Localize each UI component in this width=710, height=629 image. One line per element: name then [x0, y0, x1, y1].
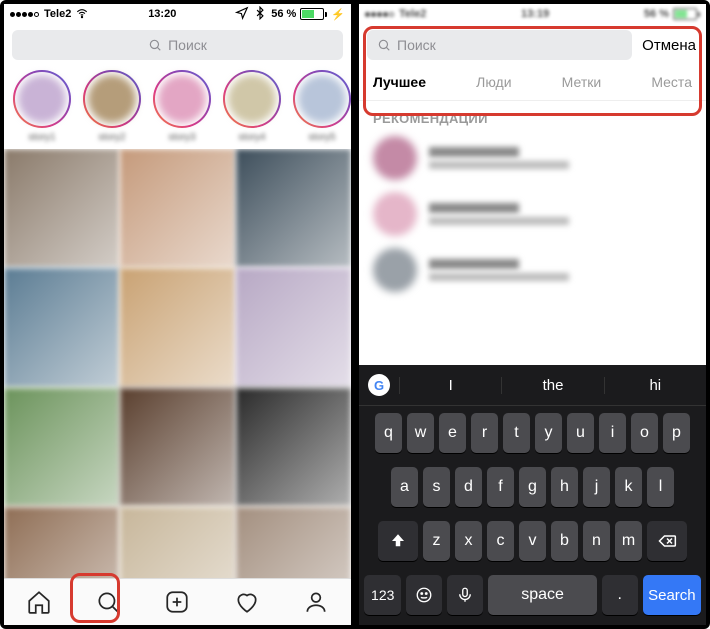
tab-top[interactable]: Лучшее — [373, 74, 426, 90]
key-h[interactable]: h — [551, 467, 578, 507]
key-d[interactable]: d — [455, 467, 482, 507]
tab-tags[interactable]: Метки — [562, 74, 602, 90]
key-o[interactable]: o — [631, 413, 658, 453]
bluetooth-icon — [253, 6, 267, 23]
search-row: Поиск Отмена — [359, 24, 706, 66]
tab-places[interactable]: Места — [651, 74, 692, 90]
location-icon — [235, 6, 249, 23]
key-m[interactable]: m — [615, 521, 642, 561]
key-w[interactable]: w — [407, 413, 434, 453]
explore-tile[interactable] — [4, 388, 119, 506]
key-c[interactable]: c — [487, 521, 514, 561]
explore-tile[interactable] — [4, 149, 119, 267]
recommendations-list — [359, 130, 706, 298]
battery-icon — [300, 8, 327, 20]
suggestion[interactable]: hi — [604, 377, 706, 394]
search-icon — [148, 38, 162, 52]
explore-tile[interactable] — [120, 388, 235, 506]
phone-search-active: Tele2 13:19 56 % Поиск Отмена Лучшее Люд… — [359, 4, 706, 625]
charging-icon: ⚡ — [331, 8, 345, 21]
key-u[interactable]: u — [567, 413, 594, 453]
stories-row[interactable]: story1story2story3story4story5 — [4, 66, 351, 149]
tab-activity[interactable] — [227, 582, 267, 622]
phone-explore: Tele2 13:20 56 % ⚡ — [4, 4, 351, 625]
key-period[interactable]: . — [602, 575, 638, 615]
recommendation-item[interactable] — [359, 186, 706, 242]
wifi-icon — [75, 6, 89, 23]
key-f[interactable]: f — [487, 467, 514, 507]
tab-home[interactable] — [19, 582, 59, 622]
search-icon — [377, 38, 391, 52]
carrier-label: Tele2 — [44, 8, 71, 20]
key-b[interactable]: b — [551, 521, 578, 561]
explore-tile[interactable] — [236, 268, 351, 386]
tab-people[interactable]: Люди — [476, 74, 511, 90]
key-backspace[interactable] — [647, 521, 687, 561]
key-t[interactable]: t — [503, 413, 530, 453]
key-emoji[interactable] — [406, 575, 442, 615]
key-z[interactable]: z — [423, 521, 450, 561]
key-r[interactable]: r — [471, 413, 498, 453]
suggestion[interactable]: the — [501, 377, 603, 394]
key-e[interactable]: e — [439, 413, 466, 453]
keyboard: G I the hi qwertyuiop asdfghjkl zxcvbnm … — [359, 365, 706, 625]
story-item[interactable]: story4 — [224, 70, 280, 143]
recommendations-header: РЕКОМЕНДАЦИИ — [359, 101, 706, 130]
search-input[interactable]: Поиск — [367, 30, 632, 60]
composite-screenshots: Tele2 13:20 56 % ⚡ — [0, 0, 710, 629]
key-mic[interactable] — [447, 575, 483, 615]
key-y[interactable]: y — [535, 413, 562, 453]
key-shift[interactable] — [378, 521, 418, 561]
recommendation-item[interactable] — [359, 130, 706, 186]
bottom-tab-bar — [4, 578, 351, 625]
key-123[interactable]: 123 — [364, 575, 401, 615]
suggestion[interactable]: I — [399, 377, 501, 394]
tab-search[interactable] — [88, 582, 128, 622]
key-x[interactable]: x — [455, 521, 482, 561]
google-icon[interactable]: G — [359, 374, 399, 396]
key-a[interactable]: a — [391, 467, 418, 507]
story-item[interactable]: story1 — [14, 70, 70, 143]
key-i[interactable]: i — [599, 413, 626, 453]
clock-label: 13:20 — [148, 8, 176, 20]
search-input[interactable]: Поиск — [12, 30, 343, 60]
tab-add[interactable] — [157, 582, 197, 622]
tab-profile[interactable] — [296, 582, 336, 622]
search-placeholder: Поиск — [168, 37, 207, 53]
key-g[interactable]: g — [519, 467, 546, 507]
explore-tile[interactable] — [4, 268, 119, 386]
explore-grid[interactable] — [4, 149, 351, 625]
status-bar: Tele2 13:20 56 % ⚡ — [4, 4, 351, 24]
search-placeholder: Поиск — [397, 37, 436, 53]
recommendation-item[interactable] — [359, 242, 706, 298]
story-item[interactable]: story5 — [294, 70, 350, 143]
key-s[interactable]: s — [423, 467, 450, 507]
key-n[interactable]: n — [583, 521, 610, 561]
key-v[interactable]: v — [519, 521, 546, 561]
search-bar-container: Поиск — [4, 24, 351, 66]
search-tabs: Лучшее Люди Метки Места — [359, 66, 706, 101]
key-j[interactable]: j — [583, 467, 610, 507]
signal-icon — [10, 8, 40, 20]
battery-pct: 56 % — [271, 8, 296, 20]
explore-tile[interactable] — [120, 268, 235, 386]
explore-tile[interactable] — [236, 149, 351, 267]
key-search[interactable]: Search — [643, 575, 701, 615]
key-q[interactable]: q — [375, 413, 402, 453]
key-l[interactable]: l — [647, 467, 674, 507]
cancel-button[interactable]: Отмена — [640, 37, 698, 54]
explore-tile[interactable] — [236, 388, 351, 506]
story-item[interactable]: story3 — [154, 70, 210, 143]
key-k[interactable]: k — [615, 467, 642, 507]
key-space[interactable]: space — [488, 575, 596, 615]
story-item[interactable]: story2 — [84, 70, 140, 143]
suggestion-bar: G I the hi — [359, 365, 706, 406]
explore-tile[interactable] — [120, 149, 235, 267]
key-p[interactable]: p — [663, 413, 690, 453]
status-bar: Tele2 13:19 56 % — [359, 4, 706, 24]
